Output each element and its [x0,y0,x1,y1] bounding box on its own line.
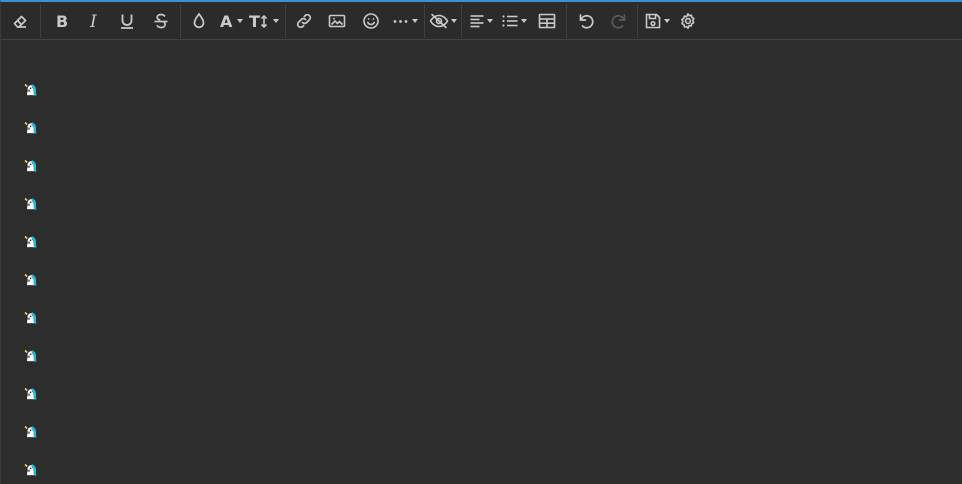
table-button[interactable] [530,6,564,36]
toolbar-separator [566,4,567,38]
unicorn-emoji [22,232,40,250]
drafts-button[interactable] [640,6,673,36]
image-button[interactable] [320,6,354,36]
toolbar-separator [285,4,286,38]
strikethrough-button[interactable] [144,6,178,36]
toolbar-separator [40,4,41,38]
list-icon [501,12,519,30]
toolbar-group-insert [288,2,422,40]
rich-text-editor: B I A T [0,0,962,484]
chevron-down-icon [663,19,670,23]
unicorn-icon [24,159,37,172]
font-size-button[interactable]: T [247,6,281,36]
toolbar-separator [424,4,425,38]
ellipsis-icon [392,12,410,30]
italic-button[interactable]: I [77,6,110,36]
strikethrough-icon [152,12,170,30]
toolbar-separator [637,4,638,38]
unicorn-icon [24,387,37,400]
clear-format-button[interactable] [5,6,35,36]
unicorn-emoji [22,194,40,212]
unicorn-emoji [22,80,40,98]
smiley-icon [362,12,380,30]
align-button[interactable] [464,6,497,36]
more-button[interactable] [388,6,422,36]
save-icon [644,12,662,30]
emoji-button[interactable] [354,6,388,36]
font-icon: A [219,12,235,30]
toolbar-group-clear [5,2,35,40]
svg-text:A: A [220,12,233,30]
chevron-down-icon [451,19,457,23]
unicorn-emoji [22,118,40,136]
underline-button[interactable] [110,6,144,36]
svg-text:B: B [56,12,68,30]
undo-icon [577,12,595,30]
redo-button[interactable] [602,6,635,36]
chevron-down-icon [520,19,527,23]
chevron-down-icon [486,19,493,23]
toolbar-separator [180,4,181,38]
font-button[interactable]: A [214,6,247,36]
unicorn-emoji [22,422,40,440]
unicorn-icon [24,235,37,248]
unicorn-icon [24,425,37,438]
unicorn-emoji [22,384,40,402]
redo-icon [610,12,628,30]
underline-icon [118,12,136,30]
color-button[interactable] [184,6,214,36]
unicorn-icon [24,273,37,286]
unicorn-emoji [22,346,40,364]
toolbar-group-block [464,2,564,40]
droplet-icon [191,12,207,30]
chevron-down-icon [273,19,279,23]
editor-toolbar: B I A T [1,2,962,40]
settings-button[interactable] [673,6,703,36]
unicorn-emoji [22,156,40,174]
editor-content[interactable] [1,40,962,484]
unicorn-icon [24,463,37,476]
unicorn-emoji [22,308,40,326]
unicorn-icon [24,197,37,210]
gear-icon [679,12,697,30]
bold-icon: B [53,12,69,30]
eraser-icon [11,12,29,30]
unicorn-icon [24,121,37,134]
italic-icon: I [86,12,102,30]
unicorn-icon [24,83,37,96]
table-icon [538,12,556,30]
text-size-icon: T [249,12,271,30]
toolbar-group-style: B I [44,2,178,40]
undo-button[interactable] [569,6,602,36]
unicorn-emoji [22,270,40,288]
chevron-down-icon [412,19,418,23]
link-icon [295,12,313,30]
unicorn-icon [24,349,37,362]
unicorn-emoji [22,460,40,478]
toolbar-group-history [569,2,635,40]
svg-text:I: I [89,12,97,30]
unicorn-icon [24,311,37,324]
toolbar-group-font: A T [184,2,281,40]
chevron-down-icon [236,19,243,23]
align-left-icon [469,12,485,30]
toolbar-group-spoiler [427,2,459,40]
bold-button[interactable]: B [44,6,77,36]
spoiler-button[interactable] [427,6,459,36]
toolbar-separator [461,4,462,38]
link-button[interactable] [288,6,320,36]
list-button[interactable] [497,6,530,36]
toolbar-group-options [640,2,703,40]
svg-text:T: T [249,12,260,30]
image-icon [328,12,346,30]
eye-slash-icon [429,12,449,30]
